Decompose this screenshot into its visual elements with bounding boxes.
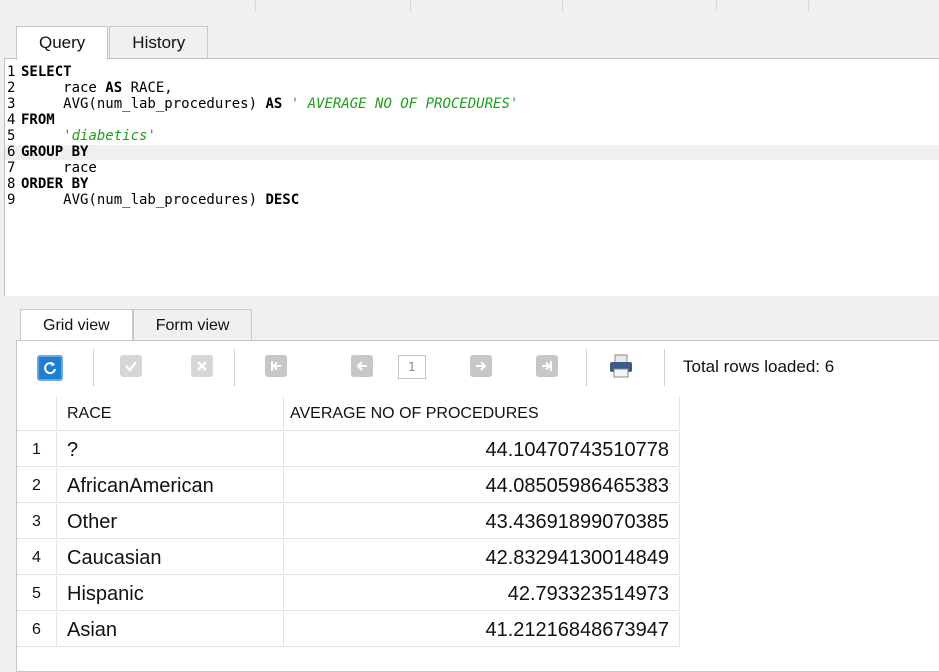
- tab-history[interactable]: History: [109, 26, 209, 59]
- print-icon[interactable]: [608, 353, 634, 379]
- toolbar-separator: [93, 349, 94, 386]
- sql-keyword: SELECT: [21, 64, 72, 80]
- line-number: 3: [7, 96, 16, 112]
- results-toolbar: 1 Total rows loaded: 6: [17, 341, 939, 394]
- editor-tabs: Query History: [16, 26, 209, 60]
- race-cell[interactable]: Other: [57, 504, 284, 539]
- sql-text: race: [21, 160, 97, 176]
- sql-text: race: [21, 80, 106, 96]
- divider: [808, 0, 809, 12]
- average-cell[interactable]: 41.21216848673947: [284, 612, 680, 647]
- sql-string: 'diabetics': [63, 128, 156, 144]
- row-number: 2: [17, 468, 57, 503]
- code-line[interactable]: 2 race AS RACE,: [5, 81, 939, 96]
- commit-icon[interactable]: [120, 355, 142, 377]
- race-cell[interactable]: ?: [57, 432, 284, 467]
- sql-keyword: AS: [105, 80, 123, 96]
- average-cell[interactable]: 42.83294130014849: [284, 540, 680, 575]
- race-cell[interactable]: Caucasian: [57, 540, 284, 575]
- sql-text: AVG(num_lab_procedures): [21, 96, 266, 112]
- race-cell[interactable]: AfricanAmerican: [57, 468, 284, 503]
- code-line[interactable]: 9 AVG(num_lab_procedures) DESC: [5, 193, 939, 208]
- sql-string: ' AVERAGE NO OF PROCEDURES': [290, 96, 519, 112]
- line-number: 8: [7, 176, 16, 192]
- tab-query[interactable]: Query: [16, 26, 109, 60]
- code-line[interactable]: 4 FROM: [5, 113, 939, 128]
- row-number: 5: [17, 576, 57, 611]
- line-number: 5: [7, 128, 16, 144]
- top-strip: [0, 0, 939, 12]
- rollback-icon[interactable]: [191, 355, 213, 377]
- refresh-icon[interactable]: [37, 355, 63, 381]
- line-number: 2: [7, 80, 16, 96]
- line-number: 9: [7, 192, 16, 208]
- sql-keyword: GROUP BY: [21, 144, 89, 160]
- prev-page-icon[interactable]: [351, 355, 373, 377]
- sql-text: AVG(num_lab_procedures): [21, 192, 266, 208]
- sql-text: RACE,: [122, 80, 173, 96]
- sql-keyword: AS: [265, 96, 283, 112]
- code-line[interactable]: 6 GROUP BY: [5, 145, 939, 160]
- results-panel: 1 Total rows loaded: 6 RACE AVERAGE NO OF…: [16, 340, 939, 672]
- column-header-average[interactable]: AVERAGE NO OF PROCEDURES: [284, 396, 680, 431]
- tab-form-view[interactable]: Form view: [132, 309, 253, 341]
- last-page-icon[interactable]: [536, 355, 558, 377]
- result-tabs: Grid view Form view: [20, 309, 253, 342]
- sql-editor[interactable]: 1 SELECT 2 race AS RACE, 3 AVG(num_lab_proc…: [4, 58, 939, 298]
- average-cell[interactable]: 43.43691899070385: [284, 504, 680, 539]
- tab-grid-view[interactable]: Grid view: [20, 309, 133, 342]
- column-header-race[interactable]: RACE: [57, 396, 284, 431]
- code-line[interactable]: 8 ORDER BY: [5, 177, 939, 192]
- code-line[interactable]: 1 SELECT: [5, 65, 939, 80]
- race-cell[interactable]: Asian: [57, 612, 284, 647]
- code-line[interactable]: 5 'diabetics': [5, 129, 939, 144]
- row-number: 6: [17, 612, 57, 647]
- divider: [410, 0, 411, 12]
- sql-keyword: ORDER BY: [21, 176, 89, 192]
- average-cell[interactable]: 44.10470743510778: [284, 432, 680, 467]
- sql-keyword: DESC: [265, 192, 300, 208]
- splitter[interactable]: [0, 296, 939, 306]
- line-number: 1: [7, 64, 16, 80]
- row-number: 1: [17, 432, 57, 467]
- toolbar-separator: [664, 349, 665, 386]
- total-rows-status: Total rows loaded: 6: [683, 357, 835, 376]
- code-line[interactable]: 3 AVG(num_lab_procedures) AS ' AVERAGE N…: [5, 97, 939, 112]
- first-page-icon[interactable]: [265, 355, 287, 377]
- toolbar-separator: [234, 349, 235, 386]
- line-number: 7: [7, 160, 16, 176]
- row-number: 4: [17, 540, 57, 575]
- average-cell[interactable]: 44.08505986465383: [284, 468, 680, 503]
- line-number: 6: [7, 144, 16, 160]
- row-number-header: [17, 396, 57, 431]
- row-number: 3: [17, 504, 57, 539]
- average-cell[interactable]: 42.793323514973: [284, 576, 680, 611]
- divider: [716, 0, 717, 12]
- next-page-icon[interactable]: [470, 355, 492, 377]
- line-number: 4: [7, 112, 16, 128]
- toolbar-separator: [586, 349, 587, 386]
- divider: [562, 0, 563, 12]
- page-number-field[interactable]: 1: [398, 355, 426, 379]
- divider: [255, 0, 256, 12]
- race-cell[interactable]: Hispanic: [57, 576, 284, 611]
- code-line[interactable]: 7 race: [5, 161, 939, 176]
- sql-keyword: FROM: [21, 112, 55, 128]
